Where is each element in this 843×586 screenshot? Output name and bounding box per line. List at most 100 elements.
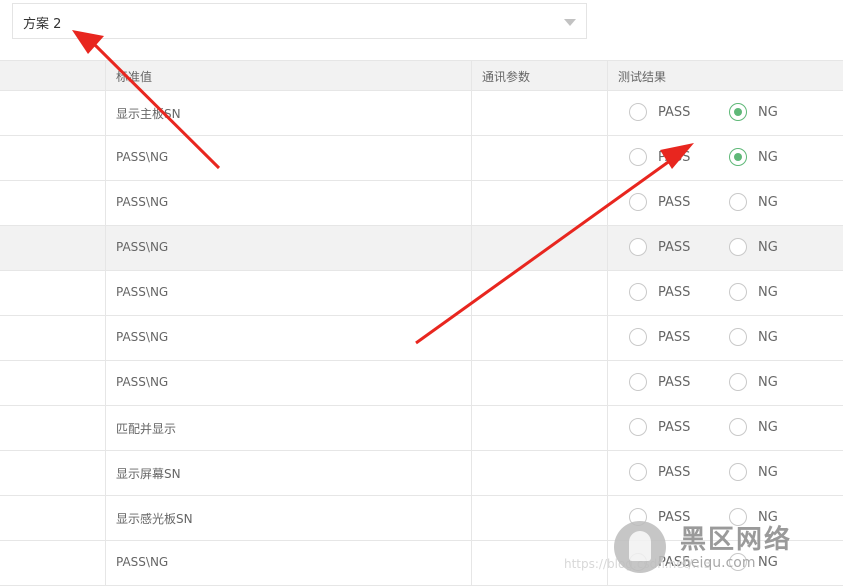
test-result-cell: PASS NG bbox=[607, 406, 843, 450]
standard-value: PASS\NG bbox=[116, 195, 169, 209]
standard-value: 显示主板SN bbox=[116, 107, 181, 121]
standard-value: PASS\NG bbox=[116, 330, 169, 344]
row-index-cell bbox=[0, 136, 105, 180]
header-cell-comm: 通讯参数 bbox=[471, 61, 608, 90]
radio-circle-icon[interactable] bbox=[629, 418, 647, 436]
scheme-select[interactable]: 方案 2 bbox=[12, 3, 587, 39]
row-index-cell bbox=[0, 361, 105, 405]
test-result-cell: PASS NG bbox=[607, 226, 843, 270]
radio-pass-label: PASS bbox=[658, 420, 691, 435]
radio-circle-icon[interactable] bbox=[729, 508, 747, 526]
row-index-cell bbox=[0, 406, 105, 450]
comm-param-cell bbox=[471, 316, 608, 360]
radio-circle-icon[interactable] bbox=[729, 238, 747, 256]
radio-circle-icon[interactable] bbox=[729, 103, 747, 121]
radio-circle-icon[interactable] bbox=[729, 418, 747, 436]
table-row: 显示屏幕SN PASS NG bbox=[0, 451, 843, 496]
radio-circle-icon[interactable] bbox=[629, 193, 647, 211]
radio-pass-label: PASS bbox=[658, 150, 691, 165]
header-cell-standard: 标准值 bbox=[105, 61, 472, 90]
comm-param-cell bbox=[471, 406, 608, 450]
scheme-select-value: 方案 2 bbox=[23, 17, 62, 32]
standard-value-cell: PASS\NG bbox=[105, 136, 472, 180]
radio-circle-icon[interactable] bbox=[729, 373, 747, 391]
row-index-cell bbox=[0, 91, 105, 135]
standard-value-cell: PASS\NG bbox=[105, 271, 472, 315]
row-index-cell bbox=[0, 496, 105, 540]
table-row: PASS\NG PASS NG bbox=[0, 181, 843, 226]
standard-value-cell: PASS\NG bbox=[105, 181, 472, 225]
radio-circle-icon[interactable] bbox=[629, 148, 647, 166]
radio-circle-icon[interactable] bbox=[729, 553, 747, 571]
header-cell-result: 测试结果 bbox=[607, 61, 843, 90]
standard-value-cell: PASS\NG bbox=[105, 226, 472, 270]
row-index-cell bbox=[0, 226, 105, 270]
standard-value: 匹配并显示 bbox=[116, 422, 177, 436]
radio-circle-icon[interactable] bbox=[629, 328, 647, 346]
standard-value: PASS\NG bbox=[116, 375, 169, 389]
radio-pass-label: PASS bbox=[658, 510, 691, 525]
test-result-cell: PASS NG bbox=[607, 496, 843, 540]
radio-pass-label: PASS bbox=[658, 465, 691, 480]
test-result-cell: PASS NG bbox=[607, 181, 843, 225]
radio-pass-label: PASS bbox=[658, 330, 691, 345]
radio-pass-label: PASS bbox=[658, 375, 691, 390]
test-result-cell: PASS NG bbox=[607, 361, 843, 405]
row-index-cell bbox=[0, 316, 105, 360]
comm-param-cell bbox=[471, 451, 608, 495]
radio-circle-icon[interactable] bbox=[729, 193, 747, 211]
radio-ng-label: NG bbox=[758, 195, 778, 210]
radio-ng-label: NG bbox=[758, 330, 778, 345]
table-row: 显示主板SN PASS NG bbox=[0, 91, 843, 136]
radio-circle-icon[interactable] bbox=[629, 508, 647, 526]
standard-value-cell: 显示感光板SN bbox=[105, 496, 472, 540]
table-row: PASS\NG PASS NG bbox=[0, 541, 843, 586]
radio-circle-icon[interactable] bbox=[629, 238, 647, 256]
table-row: 显示感光板SN PASS NG bbox=[0, 496, 843, 541]
radio-circle-icon[interactable] bbox=[629, 463, 647, 481]
radio-circle-icon[interactable] bbox=[629, 283, 647, 301]
standard-value-cell: PASS\NG bbox=[105, 316, 472, 360]
radio-circle-icon[interactable] bbox=[729, 283, 747, 301]
standard-value-cell: 显示屏幕SN bbox=[105, 451, 472, 495]
standard-value-cell: 显示主板SN bbox=[105, 91, 472, 135]
radio-ng-label: NG bbox=[758, 465, 778, 480]
radio-circle-icon[interactable] bbox=[729, 148, 747, 166]
radio-ng-label: NG bbox=[758, 420, 778, 435]
row-index-cell bbox=[0, 541, 105, 585]
comm-param-cell bbox=[471, 91, 608, 135]
radio-pass-label: PASS bbox=[658, 555, 691, 570]
standard-value-cell: 匹配并显示 bbox=[105, 406, 472, 450]
standard-value: PASS\NG bbox=[116, 240, 169, 254]
chevron-down-icon[interactable] bbox=[564, 19, 576, 26]
comm-param-cell bbox=[471, 361, 608, 405]
standard-value: 显示屏幕SN bbox=[116, 467, 181, 481]
table-row: PASS\NG PASS NG bbox=[0, 136, 843, 181]
comm-param-cell bbox=[471, 136, 608, 180]
radio-pass-label: PASS bbox=[658, 105, 691, 120]
radio-ng-label: NG bbox=[758, 375, 778, 390]
row-index-cell bbox=[0, 181, 105, 225]
radio-ng-label: NG bbox=[758, 555, 778, 570]
comm-param-cell bbox=[471, 226, 608, 270]
radio-circle-icon[interactable] bbox=[629, 553, 647, 571]
comm-param-cell bbox=[471, 271, 608, 315]
standard-value-cell: PASS\NG bbox=[105, 361, 472, 405]
table-row: PASS\NG PASS NG bbox=[0, 226, 843, 271]
radio-ng-label: NG bbox=[758, 150, 778, 165]
table-row: PASS\NG PASS NG bbox=[0, 316, 843, 361]
table-header: 标准值 通讯参数 测试结果 bbox=[0, 60, 843, 91]
radio-circle-icon[interactable] bbox=[729, 328, 747, 346]
table-row: PASS\NG PASS NG bbox=[0, 361, 843, 406]
radio-circle-icon[interactable] bbox=[629, 373, 647, 391]
header-cell-0 bbox=[0, 61, 105, 90]
table-row: 匹配并显示 PASS NG bbox=[0, 406, 843, 451]
test-result-cell: PASS NG bbox=[607, 271, 843, 315]
radio-ng-label: NG bbox=[758, 510, 778, 525]
comm-param-cell bbox=[471, 541, 608, 585]
standard-value-cell: PASS\NG bbox=[105, 541, 472, 585]
comm-param-cell bbox=[471, 496, 608, 540]
radio-circle-icon[interactable] bbox=[629, 103, 647, 121]
radio-circle-icon[interactable] bbox=[729, 463, 747, 481]
standard-value: PASS\NG bbox=[116, 285, 169, 299]
